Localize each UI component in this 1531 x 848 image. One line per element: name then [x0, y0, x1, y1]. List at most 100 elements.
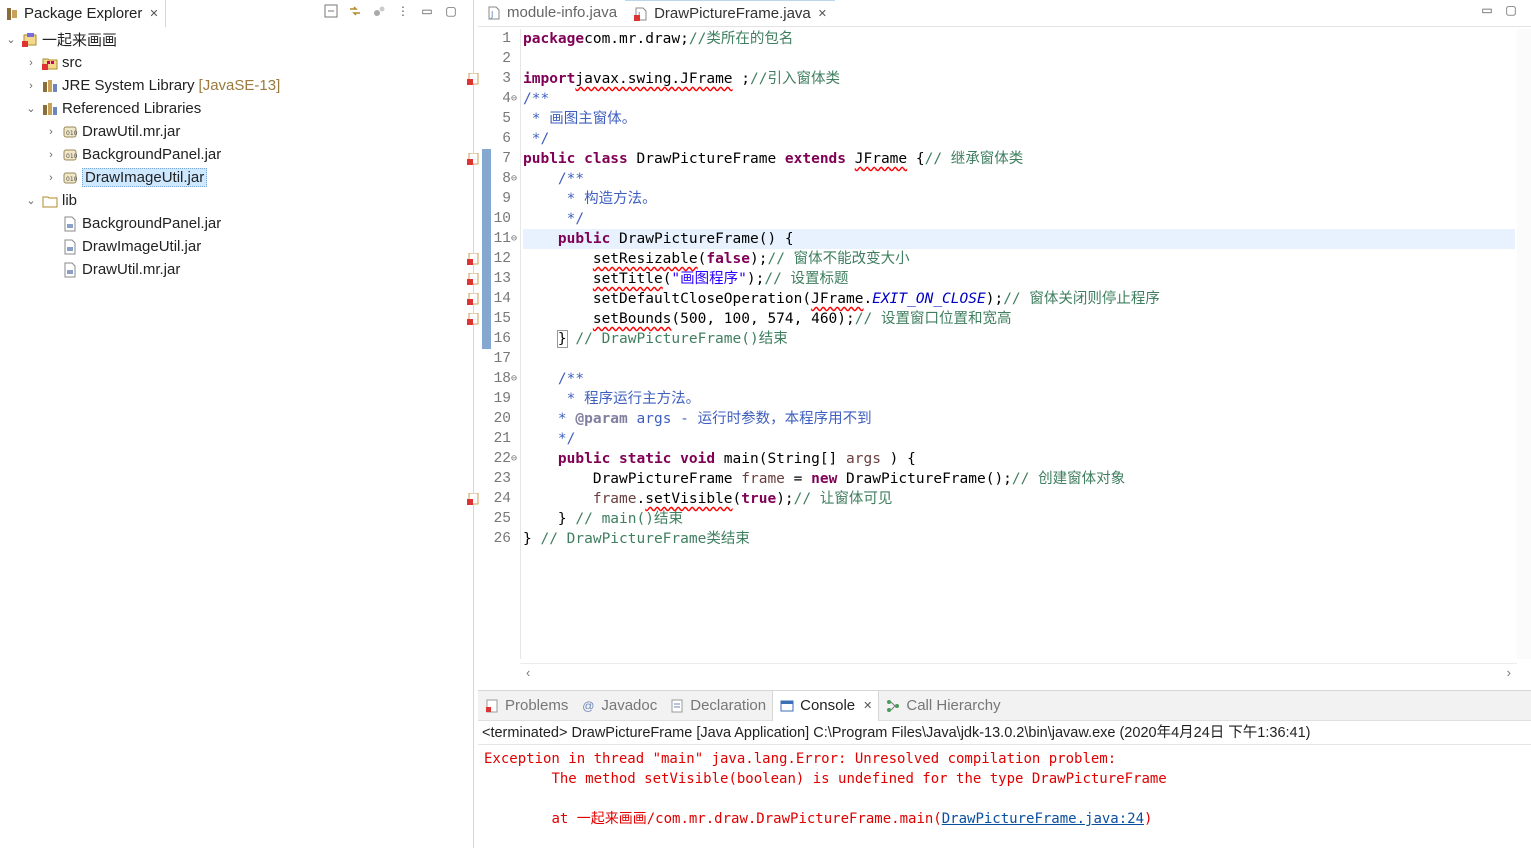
code-line[interactable]: 19 * 程序运行主方法。 [494, 389, 1515, 409]
stacktrace-link[interactable]: DrawPictureFrame.java:24 [942, 811, 1144, 827]
package-explorer-tab[interactable]: Package Explorer ✕ [0, 0, 166, 27]
code-line[interactable]: 15 setBounds(500, 100, 574, 460);// 设置窗口… [467, 309, 1515, 329]
tree-item[interactable]: DrawUtil.mr.jar [0, 258, 473, 281]
editor-tab-drawpictureframe[interactable]: J DrawPictureFrame.java ✕ [625, 0, 835, 26]
fold-minus-icon[interactable]: ⊖ [511, 229, 517, 249]
error-marker-icon[interactable] [467, 152, 479, 165]
chevron-right-icon[interactable]: › [44, 149, 58, 161]
error-token: setBounds [592, 311, 672, 327]
chevron-right-icon[interactable]: › [24, 57, 38, 69]
close-icon[interactable]: ✕ [149, 7, 158, 20]
svg-text:010: 010 [66, 176, 78, 183]
console-line: Exception in thread "main" java.lang.Err… [484, 751, 1125, 767]
code-line[interactable]: 11 ⊖ public DrawPictureFrame() { [494, 229, 1515, 249]
tree-item[interactable]: › src [0, 51, 473, 74]
code-area[interactable]: 1 packagecom.mr.draw;//类所在的包名 2 3 importjava… [467, 29, 1531, 659]
maximize-icon[interactable]: ▢ [443, 3, 459, 19]
console-output[interactable]: Exception in thread "main" java.lang.Err… [478, 745, 1531, 829]
fold-minus-icon[interactable]: ⊖ [511, 89, 517, 109]
chevron-right-icon[interactable]: › [24, 80, 38, 92]
code-line[interactable]: 14 setDefaultCloseOperation(JFrame.EXIT_… [467, 289, 1515, 309]
tree-item[interactable]: BackgroundPanel.jar [0, 212, 473, 235]
code-line[interactable]: 5 * 画图主窗体。 [502, 109, 1515, 129]
chevron-down-icon[interactable]: ⌄ [4, 33, 18, 46]
error-marker-icon[interactable] [467, 292, 479, 305]
code-line[interactable]: 8 ⊖ /** [502, 169, 1515, 189]
code-line[interactable]: 18 ⊖ /** [494, 369, 1515, 389]
scroll-right-icon[interactable]: › [1507, 665, 1511, 680]
tab-javadoc[interactable]: @ Javadoc [574, 691, 663, 721]
code-line[interactable]: 17 [494, 349, 1515, 369]
code-line[interactable]: 12 setResizable(false);// 窗体不能改变大小 [467, 249, 1515, 269]
maximize-icon[interactable]: ▢ [1503, 2, 1519, 18]
tree-item[interactable]: › JRE System Library [JavaSE-13] [0, 74, 473, 97]
close-icon[interactable]: ✕ [863, 699, 872, 712]
view-menu-icon[interactable]: ⋮ [395, 3, 411, 19]
minimize-icon[interactable]: ▭ [419, 3, 435, 19]
error-marker-icon[interactable] [467, 312, 479, 325]
error-marker-icon[interactable] [467, 72, 479, 85]
minimize-icon[interactable]: ▭ [1479, 2, 1495, 18]
java-file-error-icon: J [633, 6, 649, 22]
tree-item[interactable]: ⌄ Referenced Libraries [0, 97, 473, 120]
horizontal-scrollbar[interactable]: ‹ › [520, 663, 1517, 681]
code-line[interactable]: 7 public class DrawPictureFrame extends J… [467, 149, 1515, 169]
code-line[interactable]: 10 */ [494, 209, 1515, 229]
link-with-editor-icon[interactable] [347, 3, 363, 19]
tab-problems[interactable]: Problems [478, 691, 574, 721]
code-token: "画图程序" [671, 271, 747, 287]
tree-item[interactable]: ⌄ 一起来画画 [0, 28, 473, 51]
error-marker-icon[interactable] [467, 272, 479, 285]
code-line[interactable]: 21 */ [494, 429, 1515, 449]
code-line[interactable]: 20 * @param args - 运行时参数，本程序用不到 [494, 409, 1515, 429]
code-token: . [636, 491, 646, 507]
tab-declaration[interactable]: Declaration [663, 691, 772, 721]
code-line[interactable]: 16 } // DrawPictureFrame()结束 [494, 329, 1515, 349]
code-line[interactable]: 9 * 构造方法。 [502, 189, 1515, 209]
filter-icon[interactable] [371, 3, 387, 19]
chevron-right-icon[interactable]: › [44, 172, 58, 184]
code-line[interactable]: 24 frame.setVisible(true);// 让窗体可见 [467, 489, 1515, 509]
code-line[interactable]: 2 [502, 49, 1515, 69]
code-line[interactable]: 1 packagecom.mr.draw;//类所在的包名 [502, 29, 1515, 49]
line-number: 6 [502, 131, 511, 147]
chevron-down-icon[interactable]: ⌄ [24, 102, 38, 115]
code-line[interactable]: 23 DrawPictureFrame frame = new DrawPict… [494, 469, 1515, 489]
chevron-down-icon[interactable]: ⌄ [24, 194, 38, 207]
code-line[interactable]: 4 ⊖ /** [502, 89, 1515, 109]
fold-minus-icon[interactable]: ⊖ [511, 369, 517, 389]
jar-icon: 010 [62, 124, 78, 140]
tree-item-label: lib [62, 192, 78, 209]
tree-item[interactable]: › 010 DrawImageUtil.jar [0, 166, 473, 189]
tab-call-hierarchy[interactable]: Call Hierarchy [879, 691, 1006, 721]
tree-item-label: BackgroundPanel.jar [82, 215, 222, 232]
tree-item[interactable]: DrawImageUtil.jar [0, 235, 473, 258]
line-number: 10 [493, 211, 511, 227]
close-icon[interactable]: ✕ [818, 7, 827, 20]
source-code[interactable]: 1 packagecom.mr.draw;//类所在的包名 2 3 importjava… [467, 29, 1515, 549]
error-marker-icon[interactable] [467, 252, 479, 265]
collapse-all-icon[interactable] [323, 3, 339, 19]
code-line[interactable]: 13 setTitle("画图程序");// 设置标题 [467, 269, 1515, 289]
error-marker-icon[interactable] [467, 492, 479, 505]
tree-item[interactable]: ⌄ lib [0, 189, 473, 212]
tab-console[interactable]: Console ✕ [772, 690, 880, 721]
editor-tab-module-info[interactable]: J module-info.java [478, 0, 625, 26]
line-number: 11 [493, 231, 511, 247]
tree-item[interactable]: › 010 DrawUtil.mr.jar [0, 120, 473, 143]
code-line[interactable]: 22 ⊖ public static void main(String[] arg… [494, 449, 1515, 469]
tree-item[interactable]: › 010 BackgroundPanel.jar [0, 143, 473, 166]
code-line[interactable]: 6 */ [502, 129, 1515, 149]
fold-minus-icon[interactable]: ⊖ [511, 169, 517, 189]
fold-minus-icon[interactable]: ⊖ [511, 449, 517, 469]
code-line[interactable]: 26} // DrawPictureFrame类结束 [494, 529, 1515, 549]
console-line-tail: ) [1144, 811, 1153, 827]
scroll-left-icon[interactable]: ‹ [526, 665, 530, 680]
vertical-scrollbar[interactable] [1517, 29, 1531, 659]
code-line[interactable]: 3 importjavax.swing.JFrame ;//引入窗体类 [467, 69, 1515, 89]
chevron-right-icon[interactable]: › [44, 126, 58, 138]
code-line[interactable]: 25 } // main()结束 [494, 509, 1515, 529]
code-token: ); [985, 291, 1004, 307]
